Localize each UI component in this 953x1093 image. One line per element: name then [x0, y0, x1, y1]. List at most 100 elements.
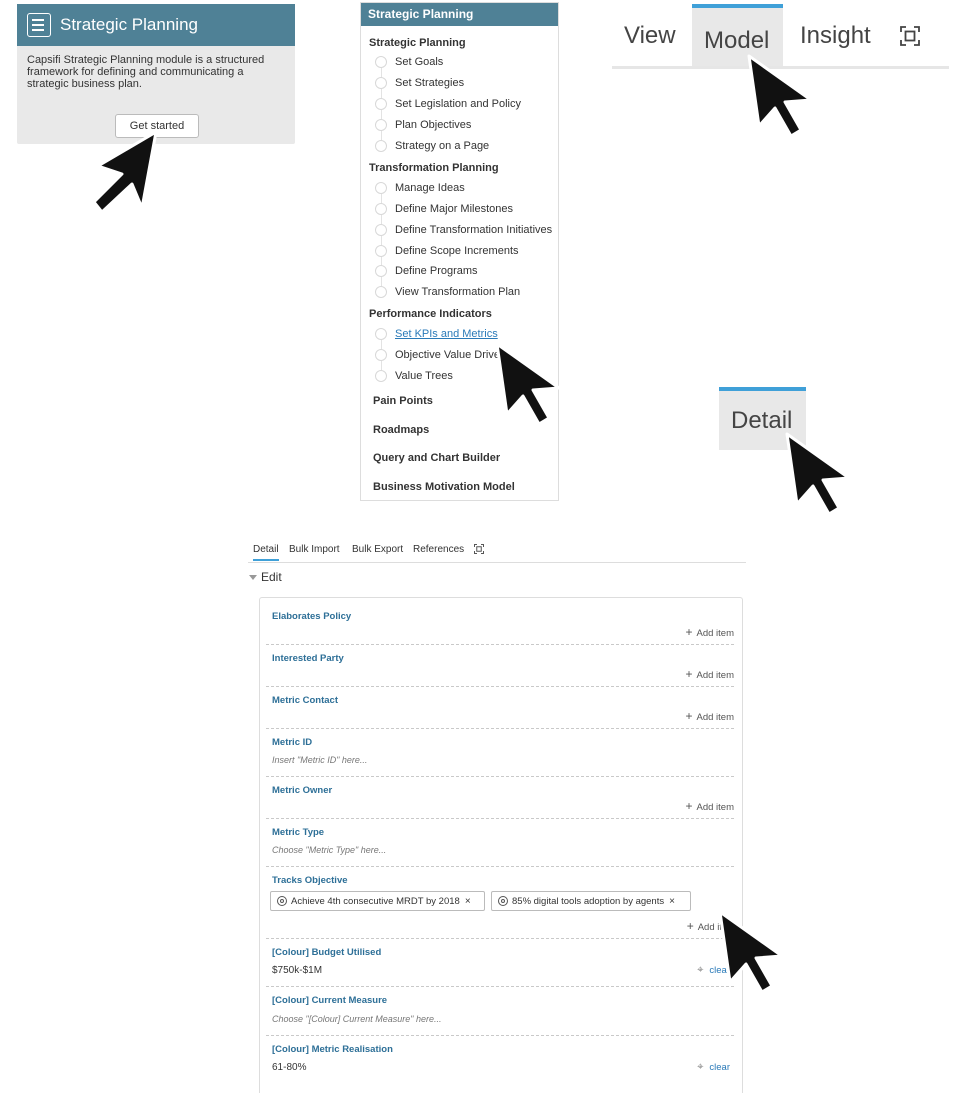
edit-section-toggle[interactable]: Edit: [249, 570, 282, 584]
field-separator: [266, 728, 734, 729]
add-item-button[interactable]: + Add item: [685, 625, 734, 639]
menu-item-plan-objectives[interactable]: Plan Objectives: [375, 119, 471, 131]
field-label-metric-owner: Metric Owner: [272, 785, 333, 796]
add-item-button[interactable]: + Add item: [685, 799, 734, 813]
strategic-planning-icon: [27, 13, 51, 37]
module-card: Strategic Planning Capsifi Strategic Pla…: [17, 4, 295, 144]
field-separator: [266, 776, 734, 777]
menu-item-set-goals[interactable]: Set Goals: [375, 56, 443, 68]
current-measure-select[interactable]: Choose "[Colour] Current Measure" here..…: [272, 1014, 441, 1024]
tab-bulk-export[interactable]: Bulk Export: [352, 544, 403, 555]
menu-item-define-major-milestones[interactable]: Define Major Milestones: [375, 203, 513, 215]
menu-item-set-strategies[interactable]: Set Strategies: [375, 77, 464, 89]
detail-subtabs: Detail Bulk Import Bulk Export Reference…: [248, 540, 746, 563]
step-circle-icon: [375, 203, 387, 215]
menu-link-business-motivation-model[interactable]: Business Motivation Model: [373, 481, 515, 493]
objective-chip[interactable]: 85% digital tools adoption by agents ×: [491, 891, 691, 911]
tab-detail[interactable]: Detail: [253, 544, 279, 561]
step-circle-icon: [375, 245, 387, 257]
menu-item-value-trees[interactable]: Value Trees: [375, 370, 453, 382]
field-label-tracks-objective: Tracks Objective: [272, 875, 348, 886]
move-icon: ⌖: [697, 1061, 704, 1073]
plus-icon: +: [685, 667, 693, 681]
card-title: Strategic Planning: [60, 15, 198, 34]
field-separator: [266, 644, 734, 645]
step-circle-icon: [375, 77, 387, 89]
expand-icon[interactable]: [474, 544, 484, 554]
field-label-metric-id: Metric ID: [272, 737, 313, 748]
step-circle-icon: [375, 140, 387, 152]
remove-chip-icon[interactable]: ×: [465, 896, 471, 907]
field-label-metric-contact: Metric Contact: [272, 695, 338, 706]
menu-item-set-kpis-and-metrics[interactable]: Set KPIs and Metrics: [375, 328, 498, 340]
expand-icon[interactable]: [900, 26, 920, 46]
field-separator: [266, 866, 734, 867]
remove-chip-icon[interactable]: ×: [669, 896, 675, 907]
clear-button[interactable]: ⌖ clear: [697, 1061, 730, 1074]
field-label-metric-type: Metric Type: [272, 827, 325, 838]
mouse-cursor-icon: [92, 130, 158, 214]
field-separator: [266, 686, 734, 687]
metric-id-input[interactable]: Insert "Metric ID" here...: [272, 755, 367, 765]
budget-utilised-value[interactable]: $750k-$1M: [272, 965, 322, 976]
tab-insight[interactable]: Insight: [800, 22, 871, 50]
menu-section-strategic-planning: Strategic Planning: [369, 37, 466, 49]
field-label-metric-realisation: [Colour] Metric Realisation: [272, 1044, 393, 1055]
menu-link-roadmaps[interactable]: Roadmaps: [373, 424, 429, 436]
menu-item-strategy-on-a-page[interactable]: Strategy on a Page: [375, 140, 489, 152]
card-header: Strategic Planning: [17, 4, 295, 46]
step-circle-icon: [375, 265, 387, 277]
menu-section-performance-indicators: Performance Indicators: [369, 308, 492, 320]
plus-icon: +: [685, 709, 693, 723]
step-circle-icon: [375, 56, 387, 68]
menu-item-objective-value-drive[interactable]: Objective Value Drive: [375, 349, 500, 361]
field-separator: [266, 986, 734, 987]
tab-bulk-import[interactable]: Bulk Import: [289, 544, 340, 555]
menu-section-transformation-planning: Transformation Planning: [369, 162, 499, 174]
field-label-budget-utilised: [Colour] Budget Utilised: [272, 947, 382, 958]
menu-link-query-and-chart-builder[interactable]: Query and Chart Builder: [373, 452, 500, 464]
step-circle-icon: [375, 119, 387, 131]
mouse-cursor-icon: [785, 432, 851, 516]
target-icon: [498, 896, 508, 906]
target-icon: [277, 896, 287, 906]
menu-item-manage-ideas[interactable]: Manage Ideas: [375, 182, 465, 194]
menu-item-define-programs[interactable]: Define Programs: [375, 265, 478, 277]
field-label-elaborates-policy: Elaborates Policy: [272, 611, 352, 622]
step-circle-icon: [375, 370, 387, 382]
add-item-button[interactable]: + Add item: [685, 709, 734, 723]
menu-header: Strategic Planning: [361, 3, 558, 26]
field-label-interested-party: Interested Party: [272, 653, 344, 664]
mouse-cursor-icon: [495, 342, 561, 426]
menu-item-view-transformation-plan[interactable]: View Transformation Plan: [375, 286, 520, 298]
caret-down-icon: [249, 574, 257, 580]
metric-realisation-value[interactable]: 61-80%: [272, 1062, 306, 1073]
step-circle-icon: [375, 98, 387, 110]
field-separator: [266, 1035, 734, 1036]
add-item-button[interactable]: + Add item: [685, 667, 734, 681]
step-circle-icon: [375, 224, 387, 236]
field-separator: [266, 818, 734, 819]
metric-type-select[interactable]: Choose "Metric Type" here...: [272, 845, 386, 855]
card-description: Capsifi Strategic Planning module is a s…: [27, 54, 265, 90]
step-circle-icon: [375, 349, 387, 361]
menu-item-define-scope-increments[interactable]: Define Scope Increments: [375, 245, 519, 257]
step-circle-icon: [375, 328, 387, 340]
step-circle-icon: [375, 286, 387, 298]
move-icon: ⌖: [697, 964, 704, 976]
edit-form: Elaborates Policy + Add item Interested P…: [259, 597, 743, 1093]
menu-link-pain-points[interactable]: Pain Points: [373, 395, 433, 407]
field-separator: [266, 938, 734, 939]
field-label-current-measure: [Colour] Current Measure: [272, 995, 388, 1006]
menu-item-set-legislation[interactable]: Set Legislation and Policy: [375, 98, 521, 110]
mouse-cursor-icon: [747, 54, 813, 138]
plus-icon: +: [685, 799, 693, 813]
plus-icon: +: [685, 625, 693, 639]
plus-icon: +: [686, 919, 694, 933]
tab-references[interactable]: References: [413, 544, 464, 555]
tab-view[interactable]: View: [624, 22, 676, 50]
objective-chip[interactable]: Achieve 4th consecutive MRDT by 2018 ×: [270, 891, 485, 911]
menu-item-define-transformation-initiatives[interactable]: Define Transformation Initiatives: [375, 224, 552, 236]
mouse-cursor-icon: [718, 910, 784, 994]
step-circle-icon: [375, 182, 387, 194]
